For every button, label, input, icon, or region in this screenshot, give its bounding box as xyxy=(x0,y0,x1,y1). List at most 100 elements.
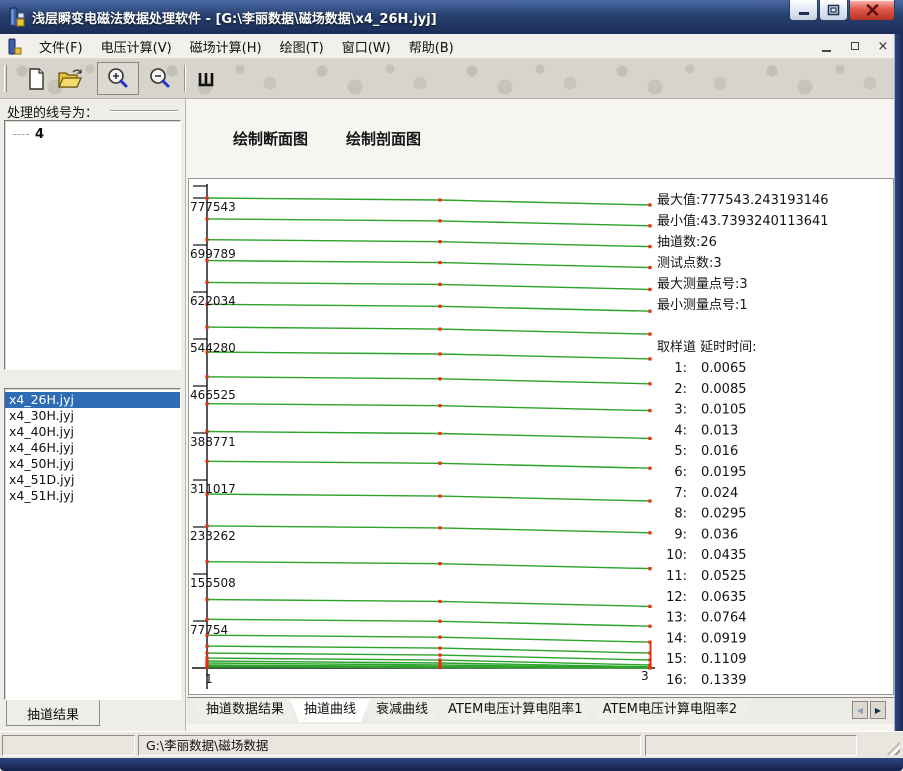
window-title: 浅层瞬变电磁法数据处理软件 - [G:\李丽数据\磁场数据\x4_26H.jyj… xyxy=(32,8,437,27)
menu-item-help[interactable]: 帮助(B) xyxy=(400,34,463,59)
app-icon xyxy=(8,7,26,27)
waveform-icon xyxy=(196,69,216,89)
new-document-icon xyxy=(26,68,46,90)
svg-text:5:: 5: xyxy=(674,444,687,459)
status-panel-left xyxy=(2,735,135,756)
open-file-button[interactable] xyxy=(56,65,84,92)
left-panel: 处理的线号为： 4 x4_26H.jyjx4_30H.jyjx4_40H.jyj… xyxy=(0,99,186,731)
menu-item-window[interactable]: 窗口(W) xyxy=(333,34,400,59)
svg-text:0.1339: 0.1339 xyxy=(701,673,747,688)
resize-grip[interactable] xyxy=(887,742,900,755)
zoom-in-button[interactable] xyxy=(104,65,132,92)
zoom-out-button[interactable] xyxy=(146,65,174,92)
svg-text:取样道 延时时间:: 取样道 延时时间: xyxy=(657,340,757,355)
tab-scroll-right-button[interactable]: ▶ xyxy=(870,701,886,719)
mdi-minimize-button[interactable] xyxy=(819,39,835,55)
svg-text:0.016: 0.016 xyxy=(701,444,738,459)
svg-text:0.0764: 0.0764 xyxy=(701,611,747,626)
svg-text:1: 1 xyxy=(205,672,213,686)
status-panel-path: G:\李丽数据\磁场数据 xyxy=(138,735,641,756)
tab-scroll-left-button[interactable]: ◀ xyxy=(852,701,868,719)
sheet-tabs-row: 抽道数据结果抽道曲线衰减曲线ATEM电压计算电阻率1ATEM电压计算电阻率2 xyxy=(192,699,751,722)
file-list-item[interactable]: x4_51D.jyj xyxy=(5,472,180,488)
mdi-close-button[interactable]: × xyxy=(875,39,891,55)
file-list-item[interactable]: x4_30H.jyj xyxy=(5,408,180,424)
tab-decay-curves[interactable]: 衰减曲线 xyxy=(362,699,442,722)
mdi-minimize-icon xyxy=(822,50,831,52)
svg-text:0.0105: 0.0105 xyxy=(701,403,747,418)
new-file-button[interactable] xyxy=(22,65,50,92)
chart-panel: 7775436997896220345442804665253887713110… xyxy=(188,178,894,695)
svg-text:最小值:43.7393240113641: 最小值:43.7393240113641 xyxy=(657,213,829,229)
tab-atem-resistivity-2[interactable]: ATEM电压计算电阻率2 xyxy=(589,699,752,722)
svg-text:0.1109: 0.1109 xyxy=(701,652,747,667)
svg-text:16:: 16: xyxy=(666,673,687,688)
waveform-button[interactable] xyxy=(192,65,220,92)
svg-text:9:: 9: xyxy=(674,527,687,542)
zoom-in-icon xyxy=(106,67,130,91)
svg-text:155508: 155508 xyxy=(190,576,236,590)
svg-text:0.0435: 0.0435 xyxy=(701,548,747,563)
restore-button[interactable] xyxy=(819,0,848,21)
svg-text:1:: 1: xyxy=(674,361,687,376)
tab-channel-data-results[interactable]: 抽道数据结果 xyxy=(192,699,298,722)
svg-text:466525: 466525 xyxy=(190,388,236,402)
svg-text:12:: 12: xyxy=(666,590,687,605)
svg-text:最大值:777543.243193146: 最大值:777543.243193146 xyxy=(657,192,829,208)
client-area: 绘制断面图 绘制剖面图 7775436997896220345442804665… xyxy=(187,99,894,731)
svg-text:7:: 7: xyxy=(674,486,687,501)
tab-channel-curves[interactable]: 抽道曲线 xyxy=(290,699,370,722)
file-list-item[interactable]: x4_46H.jyj xyxy=(5,440,180,456)
group-etch-line xyxy=(110,110,178,112)
file-list-item[interactable]: x4_50H.jyj xyxy=(5,456,180,472)
svg-text:0.0525: 0.0525 xyxy=(701,569,747,584)
close-button[interactable] xyxy=(849,0,895,21)
restore-icon xyxy=(827,4,840,16)
svg-text:3:: 3: xyxy=(674,403,687,418)
file-list-item[interactable]: x4_26H.jyj xyxy=(5,392,180,408)
svg-text:抽道数:26: 抽道数:26 xyxy=(657,235,717,250)
tab-channel-results[interactable]: 抽道结果 xyxy=(6,700,100,726)
draw-section-button[interactable]: 绘制断面图 xyxy=(233,128,308,149)
svg-text:最小测量点号:1: 最小测量点号:1 xyxy=(657,298,748,313)
svg-text:0.013: 0.013 xyxy=(701,423,738,438)
app-window: 浅层瞬变电磁法数据处理软件 - [G:\李丽数据\磁场数据\x4_26H.jyj… xyxy=(0,0,903,771)
zoom-out-icon xyxy=(148,67,172,91)
tab-channel-results-label: 抽道结果 xyxy=(27,704,79,723)
menu-item-file[interactable]: 文件(F) xyxy=(30,34,92,59)
toolbar-grip[interactable] xyxy=(4,65,7,92)
status-panel-right xyxy=(645,735,857,756)
svg-text:4:: 4: xyxy=(674,423,687,438)
minimize-button[interactable] xyxy=(789,0,818,21)
svg-text:11:: 11: xyxy=(666,569,687,584)
window-bottom-border xyxy=(0,758,903,771)
svg-text:0.0635: 0.0635 xyxy=(701,590,747,605)
draw-profile-button[interactable]: 绘制剖面图 xyxy=(346,128,421,149)
line-number-group-label: 处理的线号为： xyxy=(7,102,98,121)
close-icon xyxy=(866,4,879,16)
file-list-item[interactable]: x4_40H.jyj xyxy=(5,424,180,440)
svg-text:6:: 6: xyxy=(674,465,687,480)
tab-atem-resistivity-1[interactable]: ATEM电压计算电阻率1 xyxy=(434,699,597,722)
title-bar: 浅层瞬变电磁法数据处理软件 - [G:\李丽数据\磁场数据\x4_26H.jyj… xyxy=(0,0,903,34)
svg-text:测试点数:3: 测试点数:3 xyxy=(657,256,722,271)
svg-text:0.0919: 0.0919 xyxy=(701,631,747,646)
svg-text:0.0295: 0.0295 xyxy=(701,507,747,522)
menu-item-plot[interactable]: 绘图(T) xyxy=(271,34,333,59)
file-list-item[interactable]: x4_51H.jyj xyxy=(5,488,180,504)
toolbar-separator xyxy=(184,65,186,92)
svg-text:0.024: 0.024 xyxy=(701,486,738,501)
tree-item-line-4[interactable]: 4 xyxy=(5,125,180,143)
file-list[interactable]: x4_26H.jyjx4_30H.jyjx4_40H.jyjx4_46H.jyj… xyxy=(4,388,181,700)
tree-item-label: 4 xyxy=(35,127,44,142)
menu-item-magnetic-calc[interactable]: 磁场计算(H) xyxy=(181,34,271,59)
menu-item-voltage-calc[interactable]: 电压计算(V) xyxy=(92,34,181,59)
svg-text:最大测量点号:3: 最大测量点号:3 xyxy=(657,277,748,292)
line-number-tree[interactable]: 4 xyxy=(4,120,181,370)
channel-curves-chart: 7775436997896220345442804665253887713110… xyxy=(189,179,893,694)
mdi-restore-button[interactable] xyxy=(847,39,863,55)
chart-annotations: 7775436997896220345442804665253887713110… xyxy=(190,192,829,694)
svg-text:0.036: 0.036 xyxy=(701,527,738,542)
svg-text:8:: 8: xyxy=(674,507,687,522)
svg-text:0.0195: 0.0195 xyxy=(701,465,747,480)
